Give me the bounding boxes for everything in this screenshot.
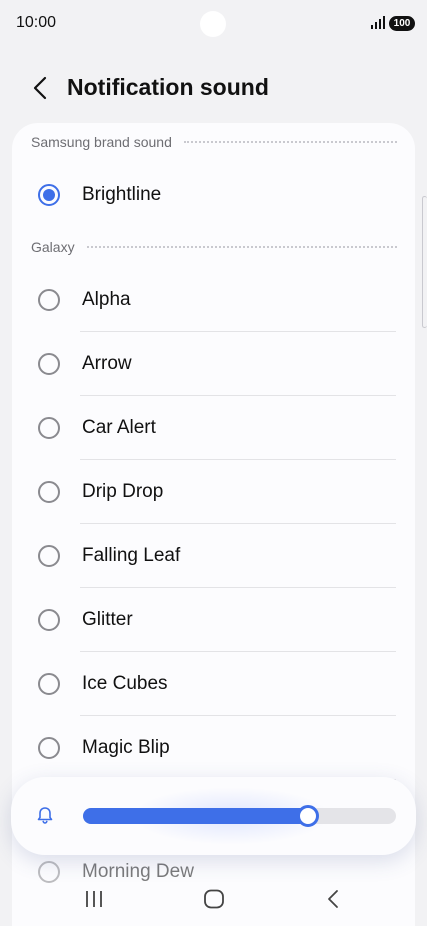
back-button[interactable]: [26, 72, 54, 104]
volume-panel: [11, 777, 416, 855]
list-item-glitter[interactable]: Glitter: [12, 588, 415, 652]
section-label: Galaxy: [31, 239, 75, 255]
option-label: Arrow: [82, 353, 132, 374]
status-time: 10:00: [16, 14, 57, 31]
page-title: Notification sound: [67, 74, 269, 100]
radio-button-selected[interactable]: [38, 184, 60, 206]
option-label: Brightline: [82, 184, 162, 205]
option-label: Ice Cubes: [82, 673, 168, 694]
section-header-samsung: Samsung brand sound: [31, 132, 397, 152]
option-label: Drip Drop: [82, 481, 164, 502]
signal-icon: [371, 16, 385, 29]
radio-button[interactable]: [38, 353, 60, 375]
radio-button[interactable]: [38, 481, 60, 503]
option-label: Glitter: [82, 609, 133, 630]
option-label: Alpha: [82, 289, 131, 310]
bell-icon[interactable]: [35, 805, 55, 825]
option-label: Car Alert: [82, 417, 156, 438]
section-divider: [183, 141, 397, 143]
list-item-drip-drop[interactable]: Drip Drop: [12, 460, 415, 524]
status-bar: 10:00 100: [0, 0, 427, 46]
radio-button[interactable]: [38, 609, 60, 631]
section-divider: [86, 246, 397, 248]
camera-cutout: [200, 11, 226, 37]
nav-back-icon[interactable]: [325, 889, 341, 909]
option-label: Falling Leaf: [82, 545, 181, 566]
chevron-left-icon: [33, 76, 47, 100]
list-item-falling-leaf[interactable]: Falling Leaf: [12, 524, 415, 588]
list-item-ice-cubes[interactable]: Ice Cubes: [12, 652, 415, 716]
app-header: Notification sound: [0, 60, 427, 116]
navigation-bar: [0, 872, 427, 926]
list-item-magic-blip[interactable]: Magic Blip: [12, 716, 415, 780]
list-item-car-alert[interactable]: Car Alert: [12, 396, 415, 460]
radio-button[interactable]: [38, 289, 60, 311]
radio-button[interactable]: [38, 545, 60, 567]
section-label: Samsung brand sound: [31, 134, 172, 150]
volume-slider[interactable]: [83, 805, 396, 827]
scrollbar[interactable]: [422, 196, 427, 328]
list-item-alpha[interactable]: Alpha: [12, 268, 415, 332]
home-icon[interactable]: [203, 889, 225, 909]
radio-button[interactable]: [38, 673, 60, 695]
volume-slider-thumb[interactable]: [297, 805, 320, 827]
option-label: Magic Blip: [82, 737, 170, 758]
list-item-arrow[interactable]: Arrow: [12, 332, 415, 396]
battery-icon: 100: [389, 16, 415, 31]
list-item-brightline[interactable]: Brightline: [12, 163, 415, 227]
recent-apps-icon[interactable]: [84, 889, 104, 909]
volume-slider-fill: [83, 808, 309, 824]
radio-button[interactable]: [38, 737, 60, 759]
radio-button[interactable]: [38, 417, 60, 439]
section-header-galaxy: Galaxy: [31, 237, 397, 257]
